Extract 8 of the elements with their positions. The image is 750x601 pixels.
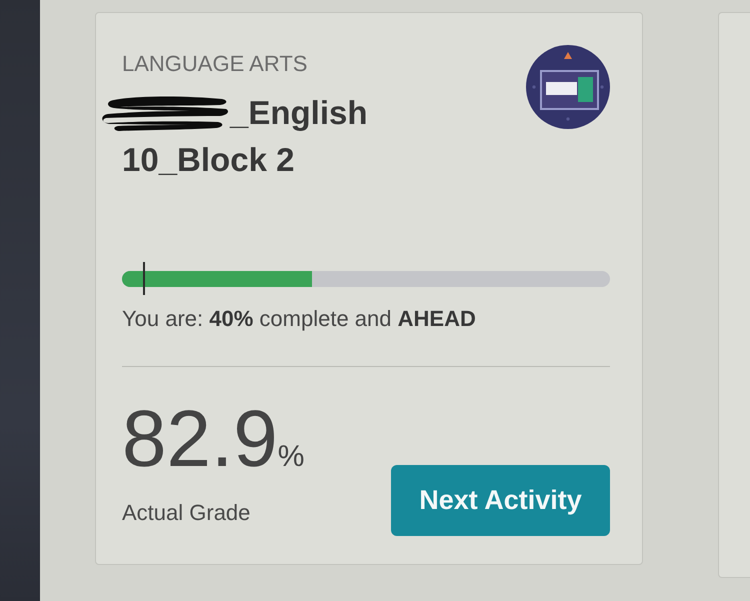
- grade-percentage: 82.9%: [122, 399, 304, 485]
- category-label: LANGUAGE ARTS: [122, 51, 308, 77]
- course-title: 10_Block 2: [122, 140, 294, 180]
- course-title: _English: [230, 93, 368, 133]
- progress-status: You are: 40% complete and AHEAD: [122, 306, 477, 332]
- next-activity-button[interactable]: Next Activity: [391, 465, 610, 536]
- grade-label: Actual Grade: [122, 500, 252, 526]
- monitor-icon: [526, 45, 610, 129]
